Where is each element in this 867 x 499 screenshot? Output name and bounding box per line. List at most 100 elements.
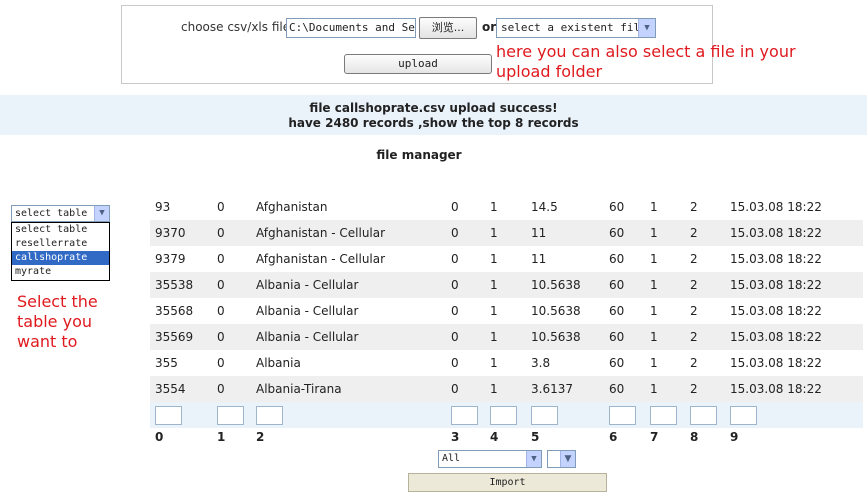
cell: 0 bbox=[217, 226, 225, 240]
cell: 1 bbox=[490, 382, 498, 396]
cell: 1 bbox=[650, 382, 658, 396]
or-label: or bbox=[482, 20, 497, 34]
file-manager-title: file manager bbox=[376, 148, 462, 162]
column-index: 5 bbox=[531, 430, 540, 444]
cell: 1 bbox=[490, 226, 498, 240]
cell: 60 bbox=[609, 252, 625, 266]
table-annotation: Select the table you want to bbox=[17, 292, 98, 351]
cell: Afghanistan - Cellular bbox=[256, 226, 386, 240]
cell: 0 bbox=[217, 252, 225, 266]
chevron-down-icon[interactable]: ▼ bbox=[560, 451, 575, 467]
cell: 0 bbox=[217, 356, 225, 370]
cell: 0 bbox=[451, 226, 459, 240]
chevron-down-icon[interactable]: ▼ bbox=[526, 451, 541, 467]
separator-select[interactable]: ▼ bbox=[547, 450, 576, 468]
cell: 60 bbox=[609, 382, 625, 396]
cell: 35568 bbox=[155, 304, 194, 318]
cell: 93 bbox=[155, 200, 171, 214]
cell: 11 bbox=[531, 252, 547, 266]
table-row: 9370 0 Afghanistan - Cellular 0 1 11 60 … bbox=[150, 220, 863, 246]
cell: Albania - Cellular bbox=[256, 330, 359, 344]
cell: 1 bbox=[490, 252, 498, 266]
cell: 2 bbox=[690, 304, 698, 318]
column-index: 9 bbox=[730, 430, 739, 444]
cell: 2 bbox=[690, 330, 698, 344]
column-mapping-input[interactable] bbox=[217, 406, 244, 425]
column-index: 4 bbox=[490, 430, 499, 444]
table-row: 35538 0 Albania - Cellular 0 1 10.5638 6… bbox=[150, 272, 863, 298]
cell: 1 bbox=[650, 226, 658, 240]
status-line-2: have 2480 records ,show the top 8 record… bbox=[288, 116, 579, 130]
encoding-select-value: All bbox=[442, 453, 461, 464]
table-option[interactable]: select table bbox=[12, 223, 109, 237]
cell: 15.03.08 18:22 bbox=[730, 356, 822, 370]
column-mapping-input[interactable] bbox=[609, 406, 636, 425]
cell: 10.5638 bbox=[531, 330, 581, 344]
chevron-down-icon[interactable]: ▼ bbox=[94, 206, 109, 221]
cell: 0 bbox=[451, 304, 459, 318]
cell: 9370 bbox=[155, 226, 186, 240]
table-select-options: select table resellerrate callshoprate m… bbox=[11, 222, 110, 281]
table-option[interactable]: myrate bbox=[12, 265, 109, 279]
column-index: 0 bbox=[155, 430, 164, 444]
table-option[interactable]: resellerrate bbox=[12, 237, 109, 251]
cell: 15.03.08 18:22 bbox=[730, 252, 822, 266]
cell: 1 bbox=[650, 330, 658, 344]
cell: 0 bbox=[451, 330, 459, 344]
upload-status-band: file callshoprate.csv upload success! ha… bbox=[0, 95, 867, 135]
cell: 2 bbox=[690, 382, 698, 396]
cell: 0 bbox=[217, 200, 225, 214]
table-select[interactable]: select table ▼ bbox=[11, 205, 110, 222]
column-mapping-input[interactable] bbox=[730, 406, 757, 425]
cell: 35538 bbox=[155, 278, 194, 292]
cell: Albania - Cellular bbox=[256, 304, 359, 318]
cell: 60 bbox=[609, 278, 625, 292]
cell: 2 bbox=[690, 278, 698, 292]
encoding-select[interactable]: All ▼ bbox=[438, 450, 542, 468]
cell: 11 bbox=[531, 226, 547, 240]
column-mapping-input[interactable] bbox=[690, 406, 717, 425]
cell: 10.5638 bbox=[531, 304, 581, 318]
status-line-1: file callshoprate.csv upload success! bbox=[309, 101, 558, 115]
table-row: 3554 0 Albania-Tirana 0 1 3.6137 60 1 2 … bbox=[150, 376, 863, 402]
cell: 15.03.08 18:22 bbox=[730, 330, 822, 344]
cell: 0 bbox=[217, 278, 225, 292]
column-index: 3 bbox=[451, 430, 460, 444]
column-mapping-input[interactable] bbox=[155, 406, 182, 425]
cell: 15.03.08 18:22 bbox=[730, 382, 822, 396]
cell: 60 bbox=[609, 226, 625, 240]
cell: 60 bbox=[609, 356, 625, 370]
import-button[interactable]: Import bbox=[408, 473, 607, 492]
existent-file-select-value: select a existent file bbox=[501, 21, 647, 34]
cell: 2 bbox=[690, 356, 698, 370]
cell: 0 bbox=[217, 304, 225, 318]
cell: 1 bbox=[490, 200, 498, 214]
column-index: 1 bbox=[217, 430, 226, 444]
cell: 0 bbox=[451, 356, 459, 370]
table-select-value: select table bbox=[15, 208, 88, 219]
column-mapping-input[interactable] bbox=[451, 406, 478, 425]
cell: 0 bbox=[451, 278, 459, 292]
column-mapping-input[interactable] bbox=[531, 406, 558, 425]
cell: 0 bbox=[451, 382, 459, 396]
column-mapping-input[interactable] bbox=[650, 406, 677, 425]
records-grid: 93 0 Afghanistan 0 1 14.5 60 1 2 15.03.0… bbox=[150, 194, 863, 448]
column-mapping-input[interactable] bbox=[256, 406, 283, 425]
table-option-selected[interactable]: callshoprate bbox=[12, 251, 109, 265]
cell: 0 bbox=[451, 252, 459, 266]
cell: 15.03.08 18:22 bbox=[730, 226, 822, 240]
browse-button[interactable]: 浏览... bbox=[419, 17, 477, 39]
cell: 1 bbox=[490, 278, 498, 292]
table-row: 355 0 Albania 0 1 3.8 60 1 2 15.03.08 18… bbox=[150, 350, 863, 376]
existent-file-select[interactable]: select a existent file ▼ bbox=[496, 18, 656, 38]
cell: 2 bbox=[690, 200, 698, 214]
file-path-input[interactable]: C:\Documents and Sett bbox=[286, 18, 416, 38]
cell: 355 bbox=[155, 356, 178, 370]
cell: Albania bbox=[256, 356, 301, 370]
cell: Albania-Tirana bbox=[256, 382, 342, 396]
upload-button[interactable]: upload bbox=[344, 54, 492, 74]
chevron-down-icon[interactable]: ▼ bbox=[638, 19, 655, 37]
cell: 0 bbox=[217, 382, 225, 396]
cell: 0 bbox=[217, 330, 225, 344]
column-mapping-input[interactable] bbox=[490, 406, 517, 425]
